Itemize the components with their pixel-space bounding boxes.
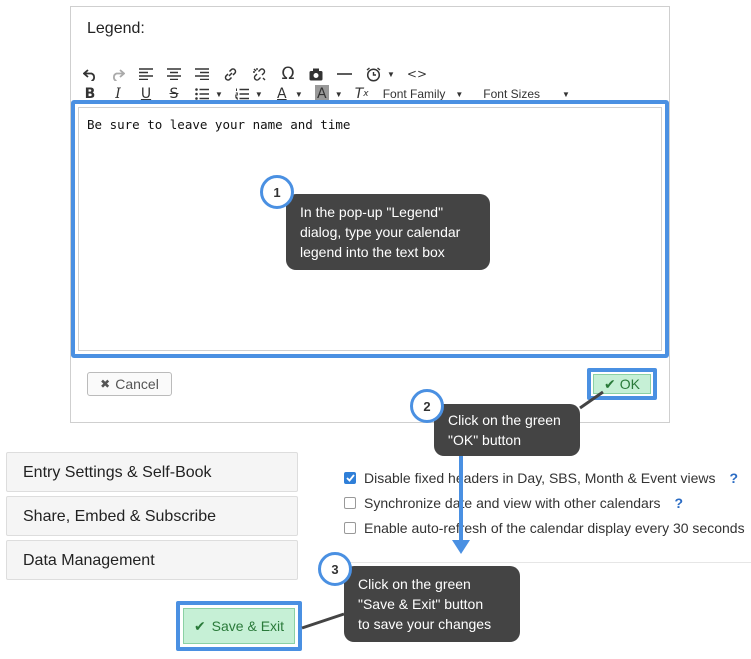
callout-text: In the pop-up "Legend" — [300, 204, 444, 220]
callout-2-bubble: Click on the green "OK" button — [434, 404, 580, 456]
callout-text: dialog, type your calendar — [300, 224, 461, 240]
callout-3-bubble: Click on the green "Save & Exit" button … — [344, 566, 520, 642]
callout-1-badge: 1 — [260, 175, 294, 209]
callout-number: 3 — [331, 561, 339, 577]
callout-2-badge: 2 — [410, 389, 444, 423]
callout-text: legend into the text box — [300, 244, 445, 260]
callout-text: to save your changes — [358, 616, 492, 632]
callout-number: 1 — [273, 184, 281, 200]
callout-3-badge: 3 — [318, 552, 352, 586]
callout-text: Click on the green — [358, 576, 471, 592]
callout-1-bubble: In the pop-up "Legend" dialog, type your… — [286, 194, 490, 270]
annotation-connectors — [301, 390, 604, 630]
callout-text: Click on the green — [448, 412, 561, 428]
callout-number: 2 — [423, 398, 431, 414]
callout-text: "OK" button — [448, 432, 521, 448]
callout-text: "Save & Exit" button — [358, 596, 484, 612]
